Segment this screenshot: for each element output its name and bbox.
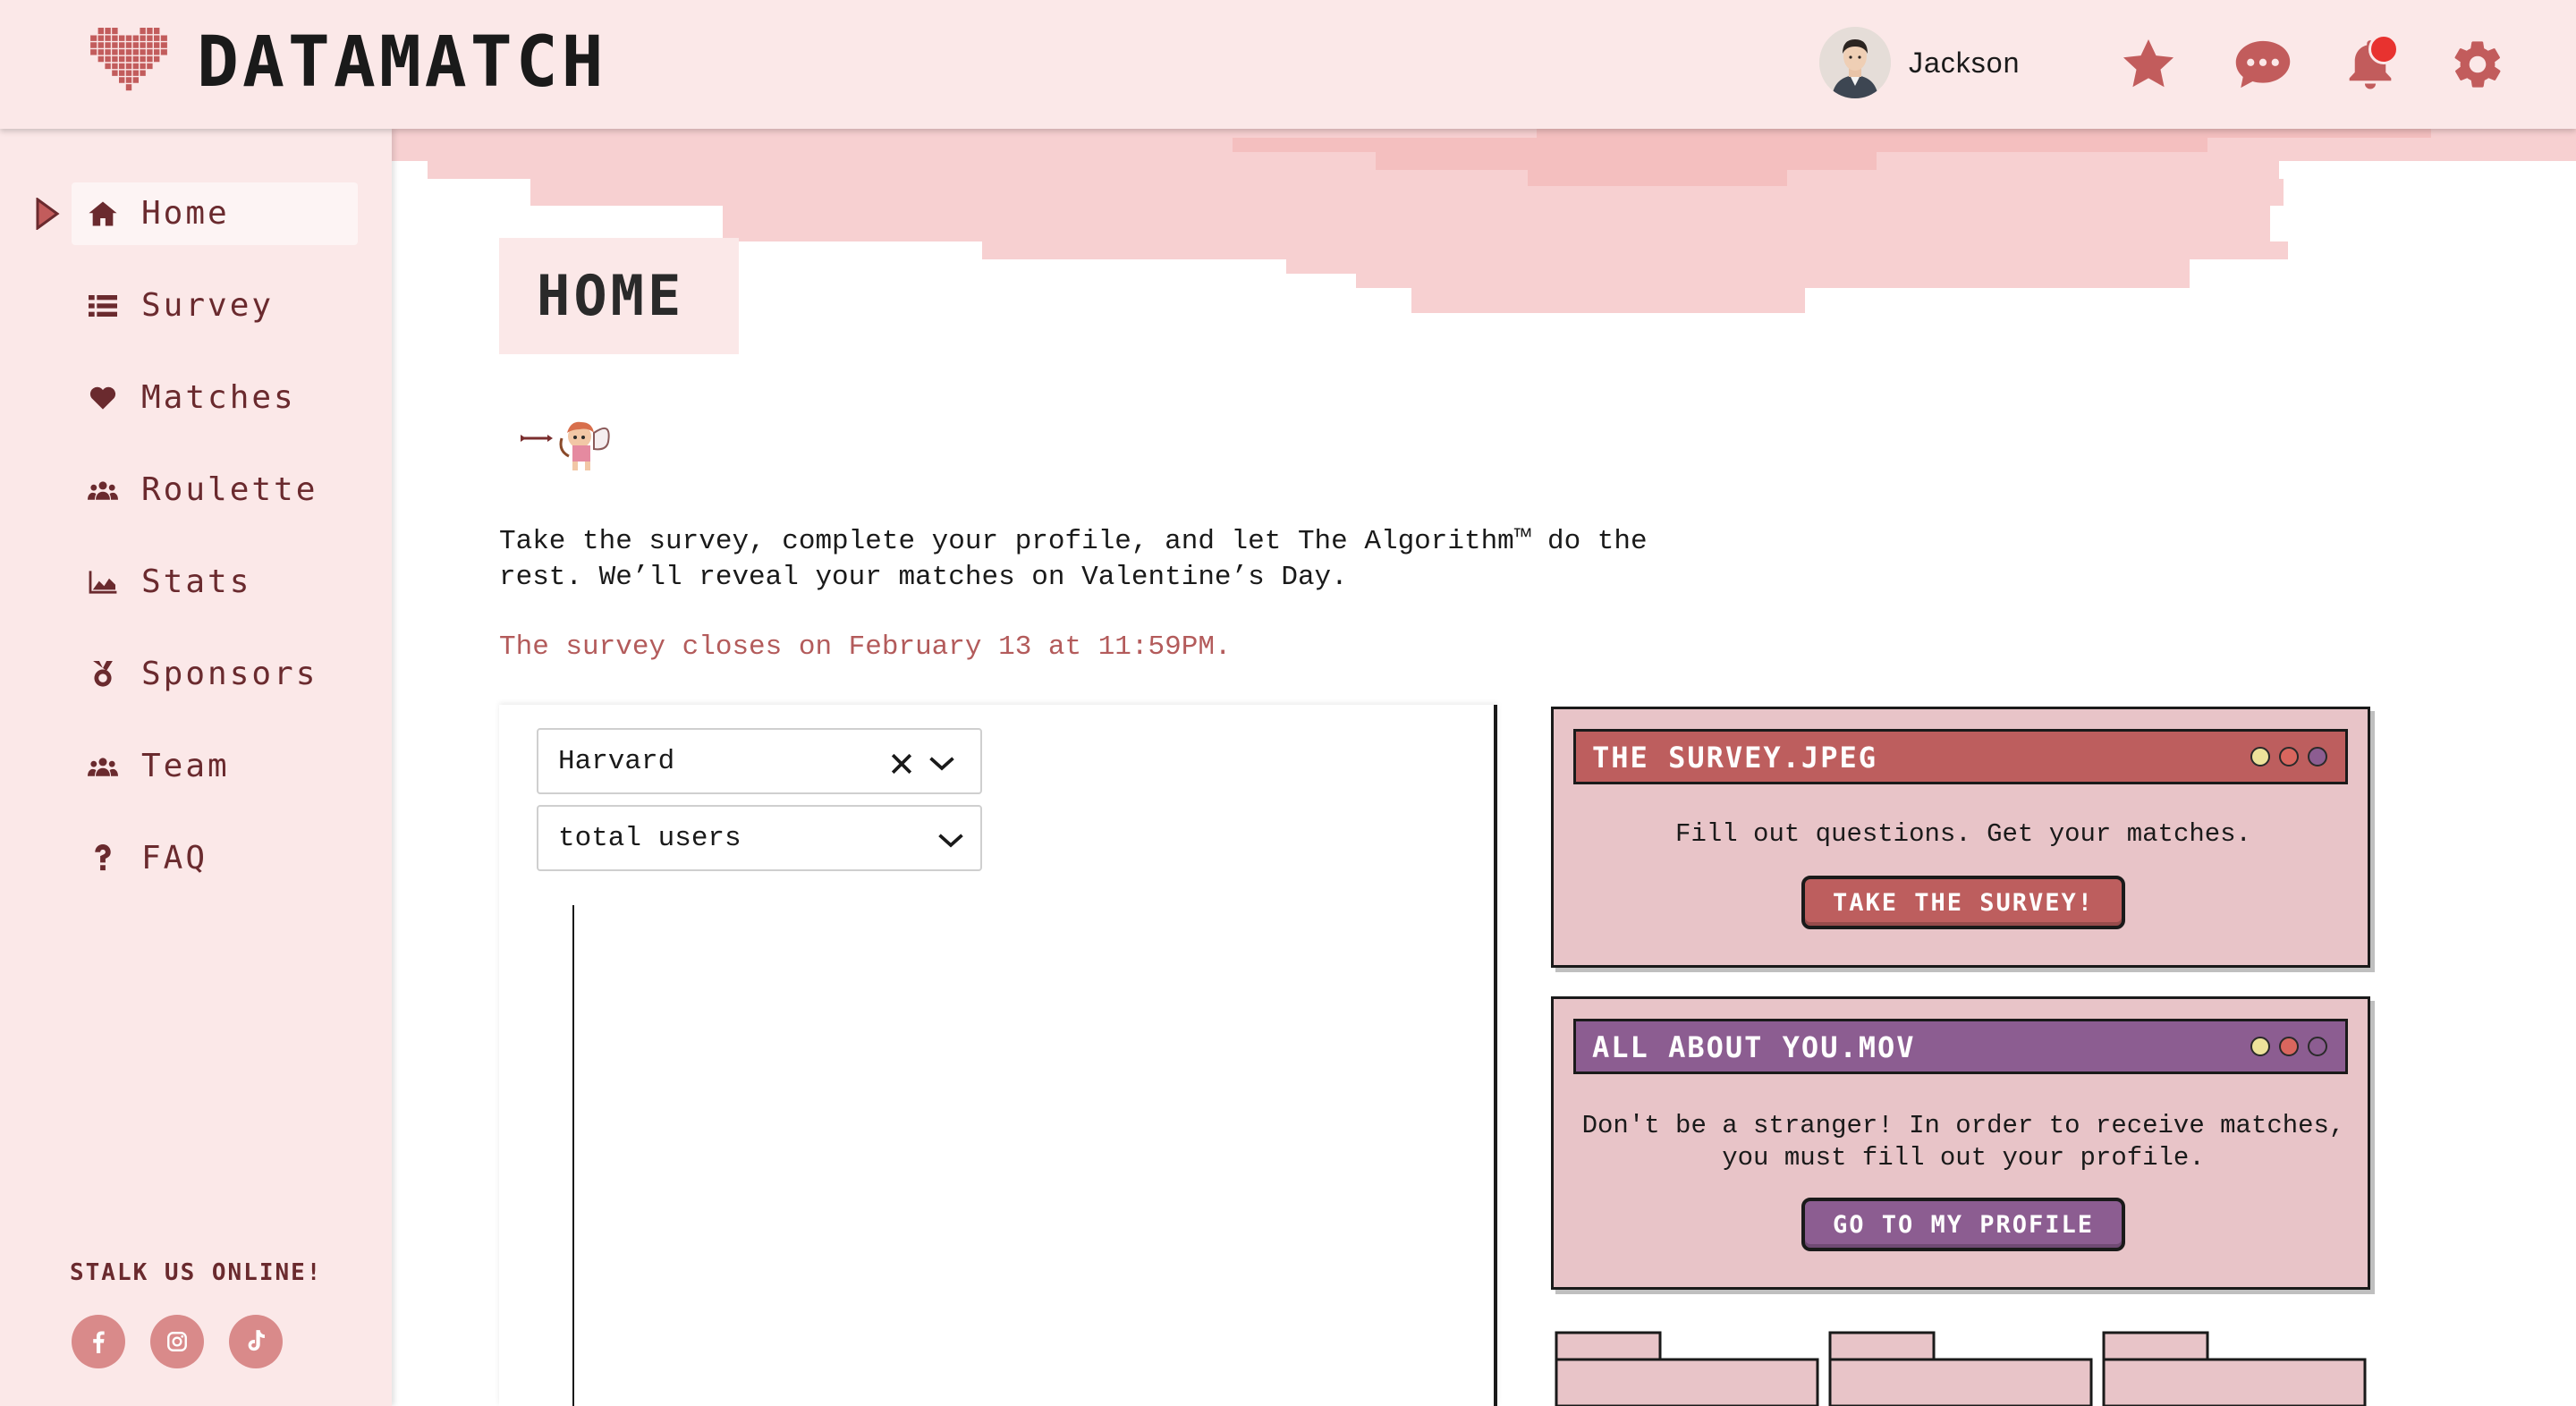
chevron-down-icon[interactable] xyxy=(937,832,964,850)
intro-text: Take the survey, complete your profile, … xyxy=(499,524,1751,596)
settings-button[interactable] xyxy=(2445,32,2510,97)
facebook-link[interactable] xyxy=(72,1315,125,1368)
folder-icon[interactable] xyxy=(2102,1331,2367,1406)
chevron-down-icon[interactable] xyxy=(928,755,955,773)
window-dot-red[interactable] xyxy=(2279,747,2299,767)
sidebar-item-team[interactable]: Team xyxy=(0,735,392,798)
tiktok-icon xyxy=(248,1330,265,1351)
star-button[interactable] xyxy=(2116,32,2181,97)
sidebar-item-label: Team xyxy=(141,748,230,784)
users-icon xyxy=(88,478,118,503)
clear-icon[interactable] xyxy=(889,751,914,776)
messages-button[interactable] xyxy=(2231,32,2295,97)
sidebar-item-label: Roulette xyxy=(141,471,318,508)
profile-window: ALL ABOUT YOU.MOV Don't be a stranger! I… xyxy=(1551,996,2370,1290)
sidebar-nav: Home Survey Matches Roulette Stats Spons… xyxy=(0,182,392,919)
facebook-icon xyxy=(93,1331,105,1353)
window-controls xyxy=(2250,747,2327,767)
survey-window-text: Fill out questions. Get your matches. xyxy=(1675,819,2251,849)
profile-text-line-1: Don't be a stranger! In order to receive… xyxy=(1581,1111,2345,1140)
heart-icon xyxy=(88,385,118,411)
sidebar-item-label: Survey xyxy=(141,287,275,324)
chat-icon xyxy=(2235,40,2291,89)
intro-line-1: Take the survey, complete your profile, … xyxy=(499,526,1648,557)
home-icon xyxy=(88,201,118,226)
gear-icon xyxy=(2454,41,2501,88)
folder-icon[interactable] xyxy=(1828,1331,2093,1406)
sidebar-item-label: Stats xyxy=(141,563,252,600)
sidebar-item-roulette[interactable]: Roulette xyxy=(0,459,392,521)
notification-badge xyxy=(2368,34,2399,64)
cupid-sprite xyxy=(521,421,610,470)
sidebar-item-home[interactable]: Home xyxy=(0,182,392,245)
folder-icon[interactable] xyxy=(1555,1331,1819,1406)
school-select-value: Harvard xyxy=(558,746,675,777)
instagram-link[interactable] xyxy=(150,1315,204,1368)
sidebar-item-sponsors[interactable]: Sponsors xyxy=(0,643,392,706)
sidebar-item-label: Sponsors xyxy=(141,656,318,692)
intro-line-2: rest. We’ll reveal your matches on Valen… xyxy=(499,562,1348,593)
user-name: Jackson xyxy=(1909,46,2021,79)
users-icon xyxy=(88,754,118,779)
area-chart-icon xyxy=(88,570,118,595)
user-profile[interactable]: Jackson xyxy=(1819,27,2020,98)
profile-window-text: Don't be a stranger! In order to receive… xyxy=(1572,1110,2355,1174)
window-controls xyxy=(2250,1037,2327,1056)
survey-deadline: The survey closes on February 13 at 11:5… xyxy=(499,631,1232,663)
top-bar: DATAMATCH Jackson xyxy=(0,0,2576,129)
survey-window-titlebar: THE SURVEY.JPEG xyxy=(1573,729,2348,784)
window-dot-purple[interactable] xyxy=(2308,747,2327,767)
sidebar-item-label: Matches xyxy=(141,379,296,416)
school-select[interactable]: Harvard xyxy=(537,728,982,794)
profile-window-title: ALL ABOUT YOU.MOV xyxy=(1592,1030,1916,1064)
question-icon xyxy=(88,844,118,871)
window-dot-yellow[interactable] xyxy=(2250,1037,2270,1056)
notifications-button[interactable] xyxy=(2338,32,2402,97)
logo[interactable]: DATAMATCH xyxy=(89,27,607,98)
sidebar-item-faq[interactable]: FAQ xyxy=(0,827,392,890)
sidebar-item-label: Home xyxy=(141,195,230,232)
chart-y-axis xyxy=(572,905,574,1406)
medal-icon xyxy=(88,661,118,687)
window-dot-red[interactable] xyxy=(2279,1037,2299,1056)
avatar[interactable] xyxy=(1819,27,1891,98)
survey-window: THE SURVEY.JPEG Fill out questions. Get … xyxy=(1551,707,2370,968)
sidebar-item-label: FAQ xyxy=(141,840,208,877)
star-icon xyxy=(2123,38,2174,88)
sidebar-item-matches[interactable]: Matches xyxy=(0,367,392,429)
pixel-heart-icon xyxy=(90,28,167,97)
sidebar-item-stats[interactable]: Stats xyxy=(0,551,392,614)
instagram-icon xyxy=(167,1332,187,1351)
survey-window-title: THE SURVEY.JPEG xyxy=(1592,741,1877,775)
avatar-image xyxy=(1819,27,1891,98)
profile-window-titlebar: ALL ABOUT YOU.MOV xyxy=(1573,1019,2348,1074)
active-arrow-icon xyxy=(36,198,60,230)
take-survey-button[interactable]: TAKE THE SURVEY! xyxy=(1801,876,2125,929)
page-title: HOME xyxy=(537,263,685,328)
stalk-label: STALK US ONLINE! xyxy=(70,1259,323,1286)
go-to-profile-button[interactable]: GO TO MY PROFILE xyxy=(1801,1198,2125,1251)
tiktok-link[interactable] xyxy=(229,1315,283,1368)
window-dot-yellow[interactable] xyxy=(2250,747,2270,767)
list-icon xyxy=(88,293,118,318)
logo-text: DATAMATCH xyxy=(197,22,607,103)
profile-text-line-2: you must fill out your profile. xyxy=(1722,1143,2205,1173)
metric-select[interactable]: total users xyxy=(537,805,982,871)
sidebar-item-survey[interactable]: Survey xyxy=(0,275,392,337)
window-dot-purple[interactable] xyxy=(2308,1037,2327,1056)
metric-select-value: total users xyxy=(558,823,741,854)
sidebar: Home Survey Matches Roulette Stats Spons… xyxy=(0,129,392,1406)
